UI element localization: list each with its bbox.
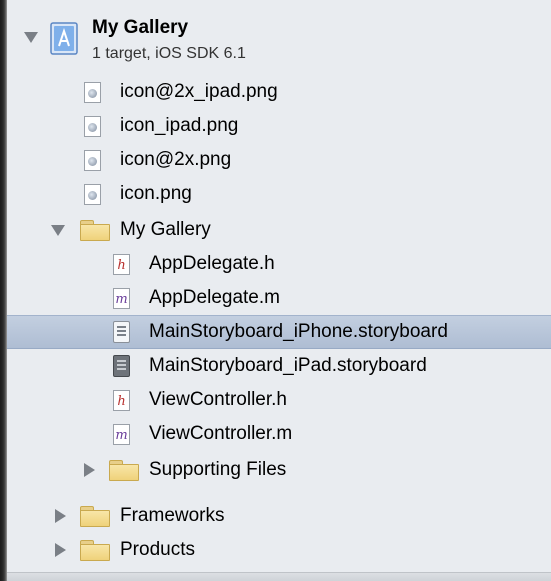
file-label: icon_ipad.png [120, 115, 239, 136]
file-label: icon@2x.png [120, 149, 232, 170]
group-label: My Gallery [120, 219, 211, 240]
file-label: icon@2x_ipad.png [120, 81, 278, 102]
file-row[interactable]: h ViewController.h [7, 383, 551, 417]
folder-icon [80, 220, 110, 241]
project-subtitle: 1 target, iOS SDK 6.1 [92, 45, 246, 62]
group-label: Frameworks [120, 505, 225, 526]
project-title: My Gallery [92, 17, 189, 38]
source-file-icon: m [113, 424, 130, 445]
group-row[interactable]: Products [7, 533, 551, 567]
group-row[interactable]: My Gallery [7, 213, 551, 247]
source-file-icon: m [113, 288, 130, 309]
header-file-icon: h [113, 390, 130, 411]
group-label: Products [120, 539, 195, 560]
project-navigator[interactable]: My Gallery 1 target, iOS SDK 6.1 icon@2x… [7, 0, 551, 581]
file-label: MainStoryboard_iPad.storyboard [149, 355, 427, 376]
file-row[interactable]: icon_ipad.png [7, 109, 551, 143]
file-row[interactable]: icon@2x_ipad.png [7, 75, 551, 109]
image-file-icon [84, 116, 101, 137]
disclosure-open-icon[interactable] [51, 225, 65, 236]
file-row[interactable]: m AppDelegate.m [7, 281, 551, 315]
group-row[interactable]: Frameworks [7, 499, 551, 533]
folder-icon [80, 506, 110, 527]
file-type-glyph: h [117, 258, 126, 273]
file-label: ViewController.h [149, 389, 288, 410]
file-type-glyph: h [117, 394, 126, 409]
file-row[interactable]: icon@2x.png [7, 143, 551, 177]
file-row[interactable]: h AppDelegate.h [7, 247, 551, 281]
image-file-icon [84, 82, 101, 103]
disclosure-open-icon[interactable] [24, 32, 38, 43]
file-label: AppDelegate.h [149, 253, 275, 274]
folder-icon [80, 540, 110, 561]
group-label: Supporting Files [149, 459, 287, 480]
xcode-project-icon [50, 22, 81, 56]
image-file-icon [84, 150, 101, 171]
project-row[interactable]: My Gallery 1 target, iOS SDK 6.1 [7, 6, 551, 66]
file-row[interactable]: icon.png [7, 177, 551, 211]
file-row-selected[interactable]: MainStoryboard_iPhone.storyboard [7, 315, 551, 349]
subgroup-row[interactable]: Supporting Files [7, 453, 551, 487]
storyboard-icon [113, 355, 130, 377]
file-label: ViewController.m [149, 423, 293, 444]
header-file-icon: h [113, 254, 130, 275]
image-file-icon [84, 184, 101, 205]
file-label: AppDelegate.m [149, 287, 280, 308]
file-type-glyph: m [115, 292, 128, 307]
storyboard-icon [113, 321, 130, 343]
file-row[interactable]: m ViewController.m [7, 417, 551, 451]
disclosure-closed-icon[interactable] [55, 509, 66, 523]
file-label: MainStoryboard_iPhone.storyboard [149, 321, 448, 342]
disclosure-closed-icon[interactable] [55, 543, 66, 557]
folder-icon [109, 460, 139, 481]
file-type-glyph: m [115, 428, 128, 443]
file-label: icon.png [120, 183, 192, 204]
disclosure-closed-icon[interactable] [84, 463, 95, 477]
window-frame-edge [0, 0, 7, 581]
file-row[interactable]: MainStoryboard_iPad.storyboard [7, 349, 551, 383]
navigator-bottom-edge [7, 572, 551, 581]
